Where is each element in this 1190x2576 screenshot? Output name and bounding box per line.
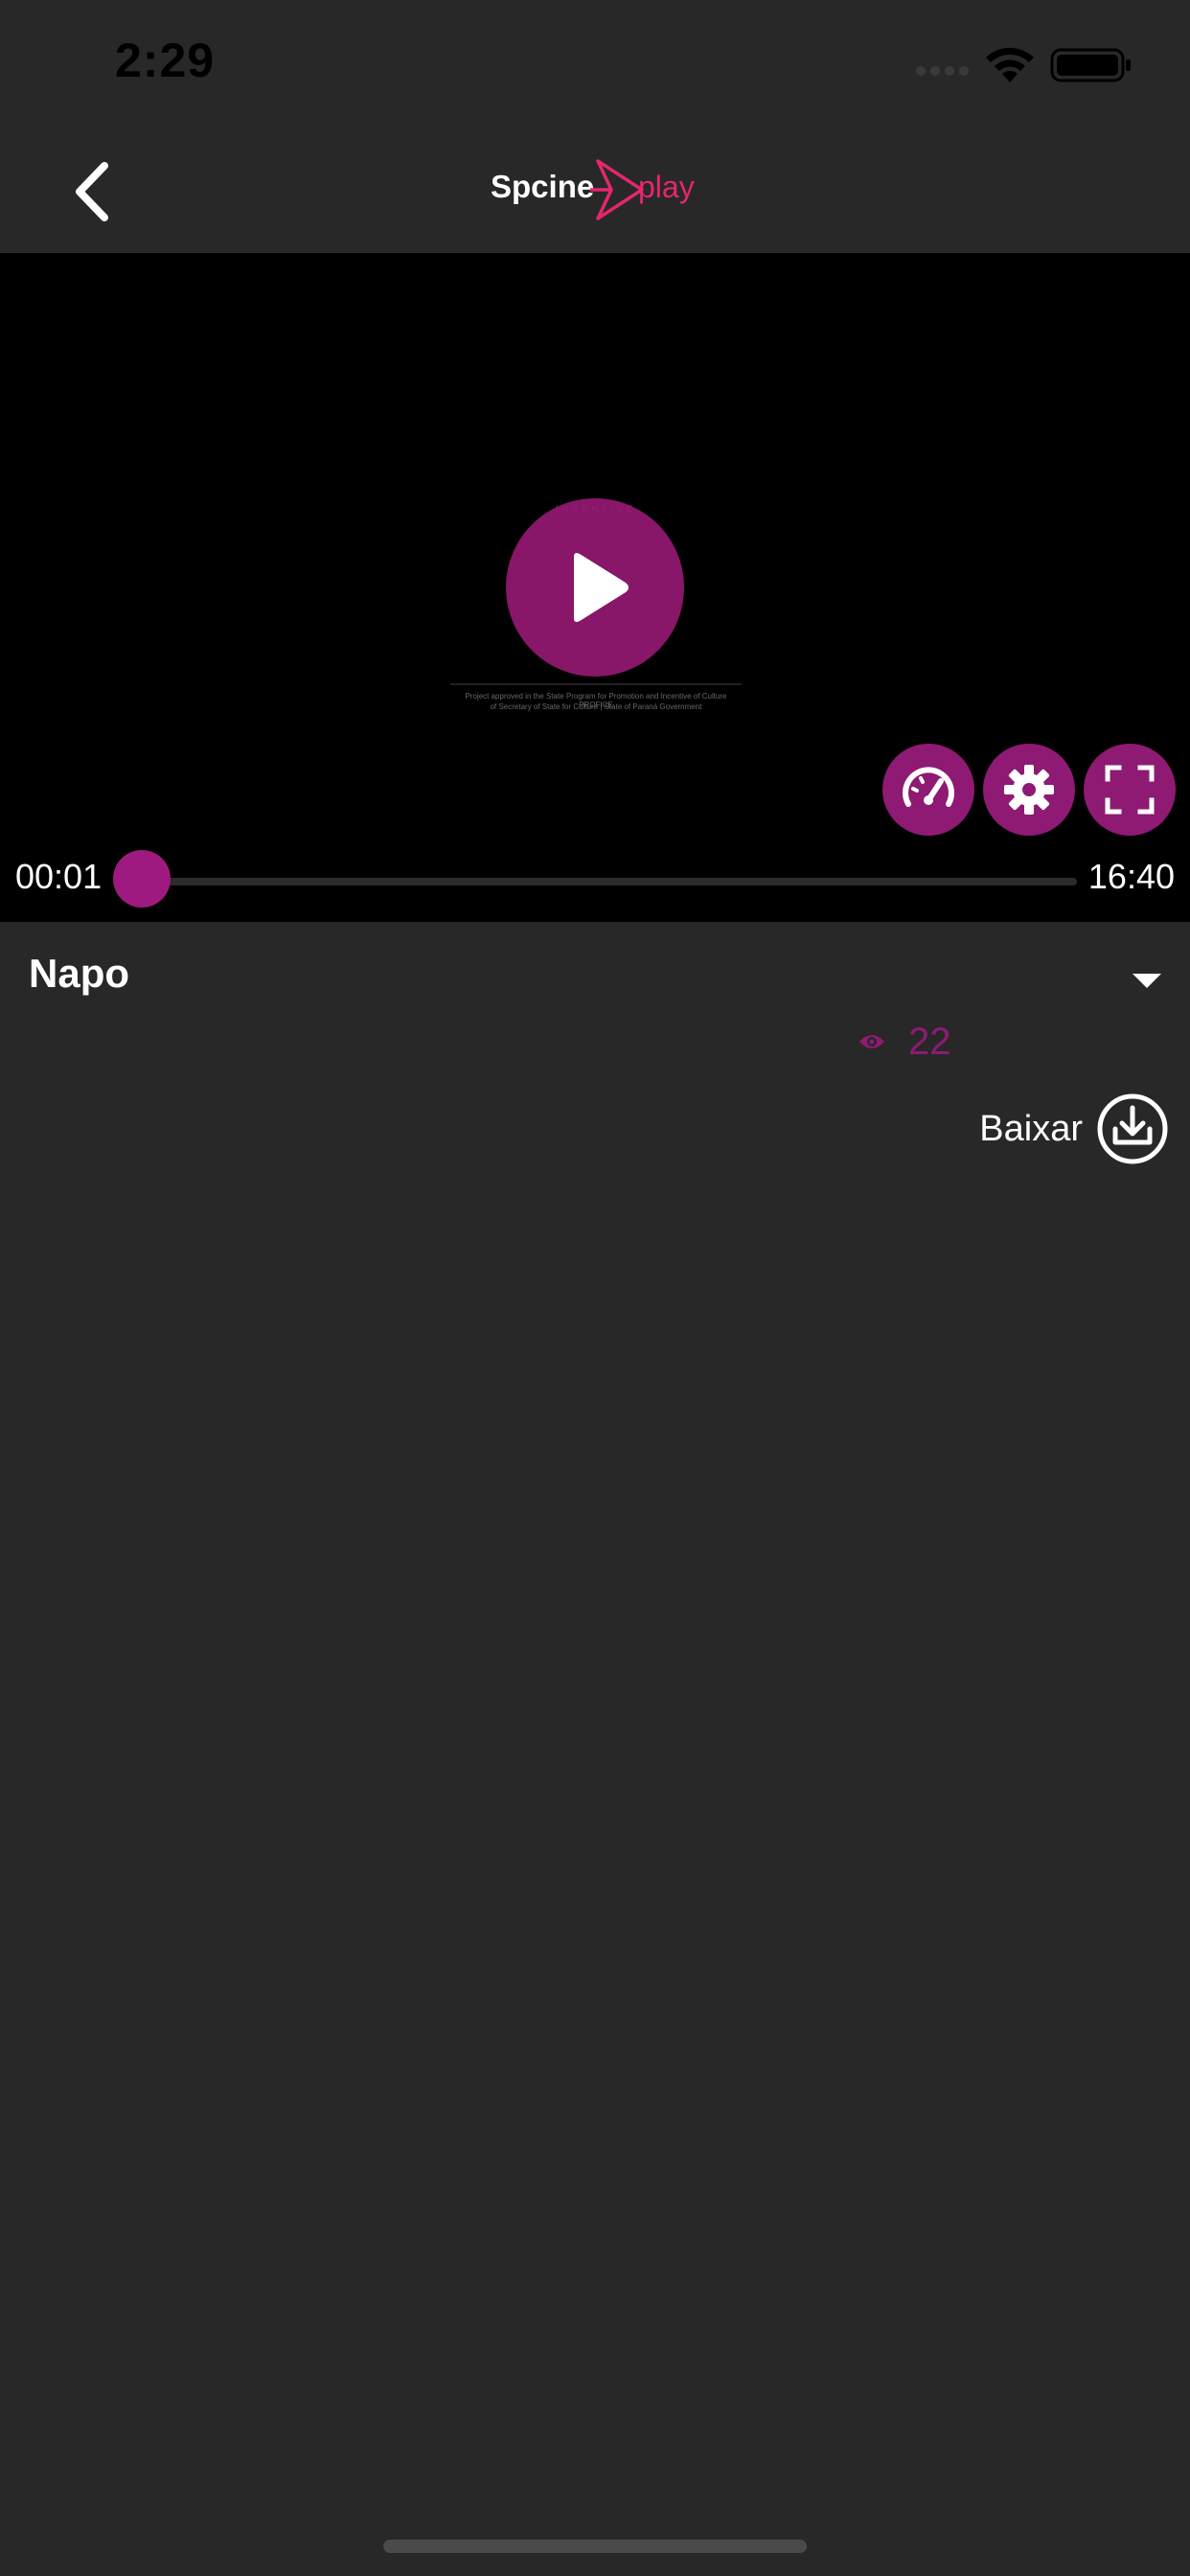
app-logo: Spcine play xyxy=(491,157,701,224)
eye-icon xyxy=(859,1035,884,1048)
status-bar: 2:29 xyxy=(0,0,1190,126)
home-indicator[interactable] xyxy=(383,2540,807,2553)
frame-divider xyxy=(450,683,742,685)
status-time: 2:29 xyxy=(115,34,216,87)
progress-track[interactable] xyxy=(142,878,1077,886)
fullscreen-button[interactable] xyxy=(1084,744,1176,836)
view-count: 22 xyxy=(858,1018,951,1066)
current-time: 00:01 xyxy=(15,857,103,896)
video-title: Napo xyxy=(29,951,129,996)
play-button[interactable] xyxy=(506,498,684,677)
playback-speed-button[interactable] xyxy=(882,744,974,836)
download-button[interactable]: Baixar xyxy=(979,1092,1169,1165)
progress-thumb[interactable] xyxy=(113,850,171,908)
caret-down-icon xyxy=(1133,974,1161,988)
nav-bar: Spcine play xyxy=(0,126,1190,253)
expand-details-button[interactable] xyxy=(1115,958,1179,1002)
logo-brand: Spcine xyxy=(491,169,595,204)
wifi-icon xyxy=(986,47,1034,82)
download-icon xyxy=(1097,1093,1168,1164)
back-button[interactable] xyxy=(48,153,134,230)
total-time: 16:40 xyxy=(1087,857,1175,896)
settings-button[interactable] xyxy=(983,744,1075,836)
speedometer-icon xyxy=(903,767,954,807)
download-label: Baixar xyxy=(979,1108,1083,1149)
fullscreen-icon xyxy=(1105,765,1155,815)
logo-product: play xyxy=(638,170,695,204)
cellular-signal-icon xyxy=(916,66,969,76)
video-player[interactable]: INCENTIVE Project approved in the State … xyxy=(0,253,1190,922)
views-count: 22 xyxy=(908,1020,951,1063)
play-icon xyxy=(574,553,629,622)
chevron-left-icon xyxy=(76,162,108,221)
battery-icon xyxy=(1050,48,1131,82)
frame-caption-line2: of Secretary of State for Culture | Stat… xyxy=(490,702,702,711)
gear-icon xyxy=(1004,765,1054,815)
